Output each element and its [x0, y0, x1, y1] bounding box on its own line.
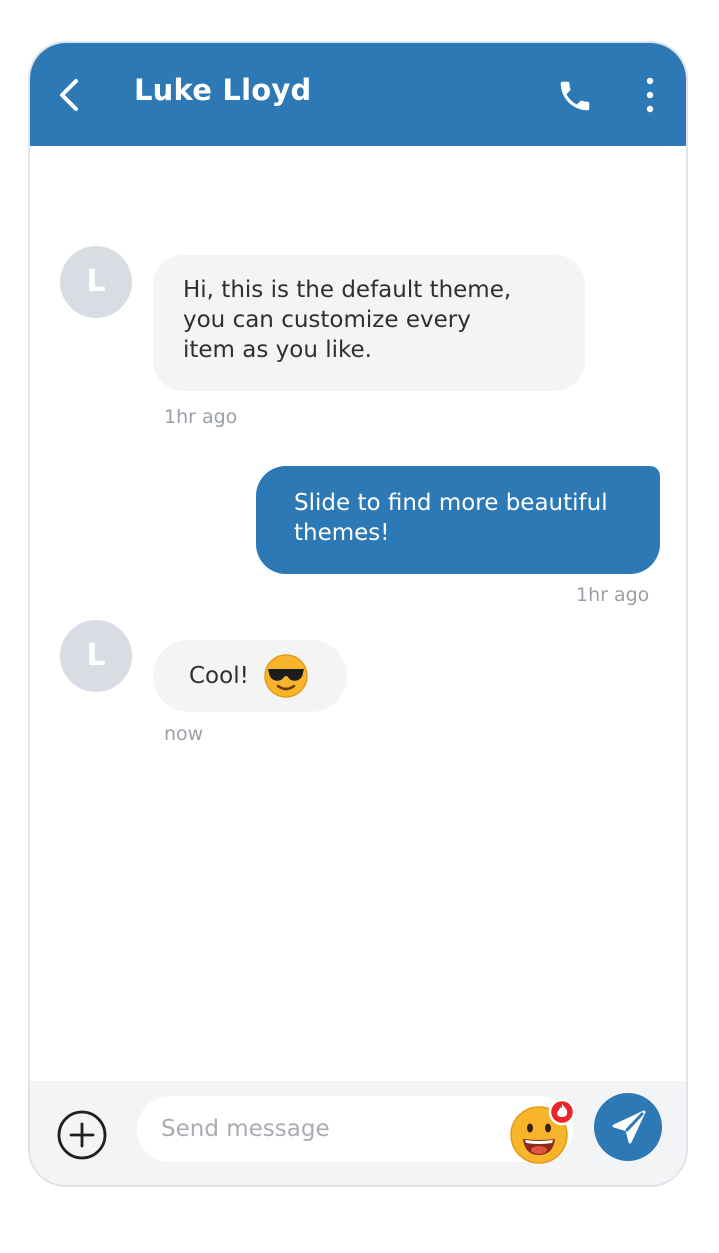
emoji-picker-button[interactable] [509, 1098, 576, 1165]
message-line: item as you like. [183, 337, 372, 363]
incoming-message-bubble: Cool! [153, 640, 347, 712]
message-input[interactable] [137, 1096, 573, 1162]
call-button[interactable] [556, 77, 594, 115]
incoming-message-bubble: Hi, this is the default theme, you can c… [153, 255, 585, 391]
message-line: Hi, this is the default theme, [183, 277, 512, 303]
outgoing-message-bubble: Slide to find more beautiful themes! [256, 466, 660, 574]
message-text: Cool! [189, 663, 249, 689]
message-timestamp: 1hr ago [164, 406, 238, 428]
contact-avatar[interactable]: L [60, 246, 132, 318]
back-button[interactable] [52, 75, 88, 115]
phone-icon [560, 81, 590, 111]
plus-circle-icon [57, 1110, 107, 1160]
message-line: you can customize every [183, 307, 471, 333]
contact-name: Luke Lloyd [134, 73, 312, 107]
message-line: Slide to find more beautiful [294, 490, 608, 516]
contact-avatar[interactable]: L [60, 620, 132, 692]
phone-frame: Luke Lloyd L Hi, this is the default the… [28, 41, 688, 1187]
send-button[interactable] [594, 1093, 662, 1161]
message-line: themes! [294, 520, 390, 546]
message-composer [30, 1081, 686, 1185]
add-attachment-button[interactable] [56, 1109, 108, 1161]
message-timestamp: now [164, 723, 204, 745]
message-timestamp: 1hr ago [576, 584, 650, 606]
grinning-emoji-icon [510, 1098, 576, 1164]
chat-header: Luke Lloyd [30, 43, 686, 146]
chevron-left-icon [60, 79, 78, 111]
more-options-button[interactable] [638, 75, 662, 115]
more-vertical-icon [646, 77, 654, 113]
send-icon [612, 1110, 646, 1144]
sunglasses-emoji [264, 654, 308, 698]
